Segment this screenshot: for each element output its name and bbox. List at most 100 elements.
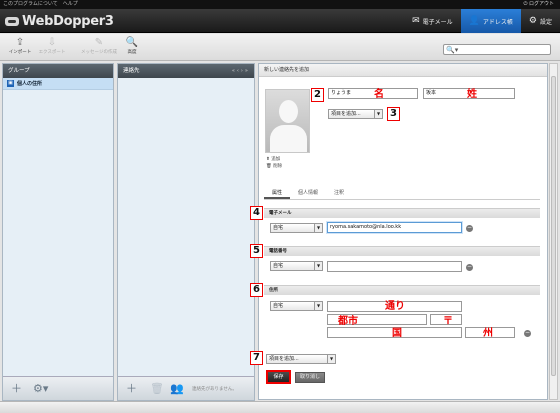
photo-add-link[interactable]: ⬆ 追加 [266, 156, 280, 162]
photo-body [270, 125, 307, 152]
add-field-label: 項目を追加... [331, 111, 361, 117]
nav-tab-label: 電子メール [422, 18, 453, 26]
groups-title: グループ [3, 64, 113, 78]
marker-7: 7 [250, 351, 263, 365]
about-help-links[interactable]: このプログラムについて ヘルプ [3, 0, 78, 9]
addressbook-icon: ▣ [7, 80, 14, 87]
phone-type-label: 自宅 [273, 263, 284, 269]
nav-tab-mail[interactable]: ✉ 電子メール [404, 9, 461, 33]
export-button[interactable]: ⇩ エクスポート [35, 36, 69, 59]
top-utility-bar: このプログラムについて ヘルプ ⏻ ログアウト [0, 0, 560, 9]
nav-tab-label: アドレス帳 [482, 18, 513, 26]
tab-personal-info[interactable]: 個人情報 [290, 187, 326, 199]
logout-link[interactable]: ⏻ ログアウト [523, 0, 554, 9]
remove-email-icon[interactable]: − [466, 225, 473, 232]
person-icon: 👤 [468, 15, 480, 26]
add-field-bottom-label: 項目を追加... [269, 356, 299, 362]
logout-label: ログアウト [528, 1, 554, 7]
annotation-last-name: 姓 [467, 89, 477, 100]
add-contact-button[interactable]: ＋ [126, 382, 137, 396]
remove-address-icon[interactable]: − [524, 330, 531, 337]
import-button[interactable]: ⇪ インポート [3, 36, 37, 59]
contacts-panel-header: 連絡先 «‹›» [118, 64, 254, 78]
chevron-down-icon: ▼ [314, 224, 322, 232]
photo-delete-link[interactable]: 🗑 削除 [266, 163, 282, 169]
add-group-button[interactable]: ＋ [11, 382, 22, 396]
tab-notes[interactable]: 注釈 [326, 187, 352, 199]
import-icon: ⇪ [15, 37, 25, 48]
annotation-postal: 〒 [443, 316, 453, 327]
chevron-down-icon: ▼ [314, 262, 322, 270]
annotation-country: 国 [392, 328, 402, 339]
logo-mark-icon [5, 16, 19, 26]
email-type-select[interactable]: 自宅 ▼ [270, 223, 323, 233]
compose-icon: ✎ [94, 37, 104, 48]
compose-label: メッセージの作成 [81, 50, 117, 55]
contacts-panel: 連絡先 «‹›» ＋ 🗑 👥 連絡先がありません。 [117, 63, 255, 401]
cancel-button[interactable]: 取り消し [295, 372, 325, 383]
app-logo: WebDopper3 [5, 13, 114, 29]
add-field-select[interactable]: 項目を追加... ▼ [328, 109, 383, 119]
compose-button[interactable]: ✎ メッセージの作成 [77, 36, 121, 59]
export-label: エクスポート [38, 50, 66, 55]
import-label: インポート [8, 50, 32, 55]
phone-section-header: 電話番号 [264, 246, 540, 256]
email-section-header: 電子メール [264, 208, 540, 218]
contact-photo [265, 89, 310, 153]
save-button[interactable]: 保存 [266, 370, 291, 384]
phone-type-select[interactable]: 自宅 ▼ [270, 261, 323, 271]
marker-6: 6 [250, 283, 263, 297]
gear-icon: ⚙ [528, 15, 537, 26]
marker-4: 4 [250, 206, 263, 220]
marker-3: 3 [387, 107, 400, 121]
envelope-icon: ✉ [412, 15, 420, 26]
marker-5: 5 [250, 244, 263, 258]
form-tabs: 属性 個人情報 注釈 [264, 187, 540, 200]
logo-text: WebDopper3 [22, 13, 114, 29]
empty-note: 連絡先がありません。 [192, 387, 237, 392]
address-section-header: 住所 [264, 285, 540, 295]
address-type-label: 自宅 [273, 303, 284, 309]
pager-arrows[interactable]: «‹›» [232, 64, 250, 78]
magnifier-icon: 🔍 [125, 37, 139, 48]
address-type-select[interactable]: 自宅 ▼ [270, 301, 323, 311]
group-options-button[interactable]: ⚙▾ [33, 382, 48, 396]
email-type-label: 自宅 [273, 225, 284, 231]
group-item-personal[interactable]: ▣ 個人の住所 [3, 78, 113, 90]
form-title: 新しい連絡先を追加 [259, 64, 547, 77]
annotation-state: 州 [483, 328, 493, 339]
delete-contact-icon[interactable]: 🗑 [150, 382, 164, 396]
groups-panel: グループ ▣ 個人の住所 ＋ ⚙▾ [2, 63, 114, 401]
chevron-down-icon: ▼ [327, 355, 335, 363]
first-name-field[interactable]: りょうま [328, 88, 418, 99]
search-icon: 🔍▾ [446, 46, 459, 54]
annotation-city: 都市 [338, 316, 358, 327]
photo-add-label: 追加 [271, 157, 281, 162]
photo-delete-label: 削除 [273, 164, 283, 169]
export-icon: ⇩ [47, 37, 57, 48]
nav-tab-addressbook[interactable]: 👤 アドレス帳 [460, 9, 521, 33]
contacts-title: 連絡先 [123, 68, 140, 74]
annotation-street: 通り [385, 301, 405, 312]
chevron-down-icon: ▼ [314, 302, 322, 310]
group-item-label: 個人の住所 [17, 81, 43, 87]
add-field-bottom-select[interactable]: 項目を追加... ▼ [266, 354, 336, 364]
status-bar [0, 401, 560, 413]
main-nav: ✉ 電子メール 👤 アドレス帳 ⚙ 設定 [404, 9, 560, 33]
form-scrollbar[interactable] [549, 63, 558, 400]
remove-phone-icon[interactable]: − [466, 264, 473, 271]
phone-field[interactable] [327, 261, 462, 272]
toolbar: ⇪ インポート ⇩ エクスポート ✎ メッセージの作成 🔍 高度 🔍▾ [0, 34, 560, 61]
marker-2: 2 [311, 88, 324, 102]
tab-properties[interactable]: 属性 [264, 187, 291, 199]
app-header: WebDopper3 ✉ 電子メール 👤 アドレス帳 ⚙ 設定 [0, 9, 560, 33]
scroll-thumb[interactable] [551, 76, 556, 376]
contact-group-icon[interactable]: 👥 [170, 382, 184, 396]
advanced-search-button[interactable]: 🔍 高度 [117, 36, 147, 59]
contacts-footer: ＋ 🗑 👥 連絡先がありません。 [118, 376, 254, 400]
email-field[interactable]: ryoma.sakamoto@nla.loo.kk [327, 222, 462, 233]
annotation-first-name: 名 [374, 89, 384, 100]
advanced-label: 高度 [127, 50, 137, 55]
search-input[interactable]: 🔍▾ [443, 44, 551, 55]
nav-tab-settings[interactable]: ⚙ 設定 [521, 9, 560, 33]
